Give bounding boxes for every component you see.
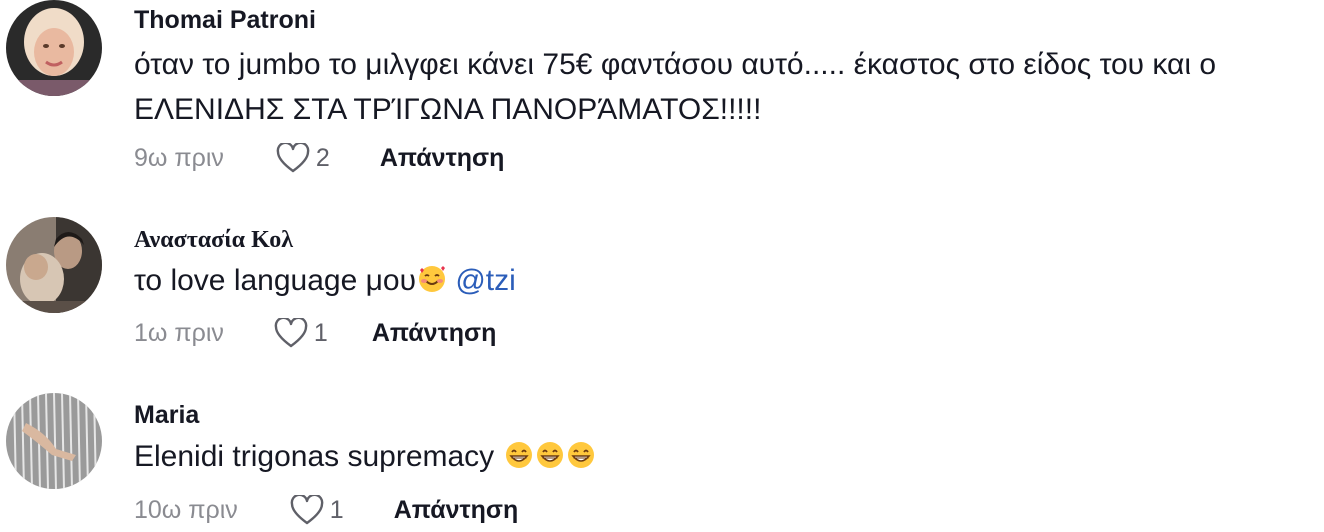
grinning-face-with-smiling-eyes-icon	[566, 440, 596, 470]
comment-text-content: Elenidi trigonas supremacy	[134, 440, 495, 473]
mention-link[interactable]: @tzi	[455, 264, 515, 297]
comment-text: το love language μου @tzi	[134, 258, 1284, 303]
comment-text-content: το love language μου	[134, 264, 416, 297]
heart-icon	[274, 318, 308, 348]
reply-button[interactable]: Απάντηση	[380, 144, 505, 173]
grinning-face-with-smiling-eyes-icon	[504, 440, 534, 470]
comment-actions: 10ω πριν 1 Απάντηση	[134, 490, 518, 530]
username[interactable]: Αναστασία Κολ	[134, 227, 293, 254]
timestamp: 9ω πριν	[134, 143, 224, 172]
username[interactable]: Maria	[134, 401, 199, 430]
avatar[interactable]	[6, 0, 102, 96]
grinning-face-with-smiling-eyes-icon	[535, 440, 565, 470]
heart-icon	[290, 495, 324, 525]
comment-actions: 1ω πριν 1 Απάντηση	[134, 313, 496, 353]
smiling-face-with-hearts-icon	[417, 264, 447, 294]
comment-text: όταν το jumbo το μιλγφει κάνει 75€ φαντά…	[134, 48, 1217, 126]
heart-icon	[276, 143, 310, 173]
timestamp: 1ω πριν	[134, 318, 224, 347]
avatar[interactable]	[6, 217, 102, 313]
timestamp: 10ω πριν	[134, 495, 238, 524]
like-count: 1	[313, 318, 328, 347]
username[interactable]: Thomai Patroni	[134, 6, 316, 35]
like-count: 2	[315, 143, 330, 172]
like-button[interactable]: 2	[276, 143, 330, 173]
comment-actions: 9ω πριν 2 Απάντηση	[134, 138, 504, 178]
like-button[interactable]: 1	[274, 318, 328, 348]
reply-button[interactable]: Απάντηση	[394, 496, 519, 525]
reply-button[interactable]: Απάντηση	[372, 319, 497, 348]
comment-text: Elenidi trigonas supremacy	[134, 434, 1284, 479]
like-button[interactable]: 1	[290, 495, 344, 525]
like-count: 1	[329, 495, 344, 524]
avatar[interactable]	[6, 393, 102, 489]
